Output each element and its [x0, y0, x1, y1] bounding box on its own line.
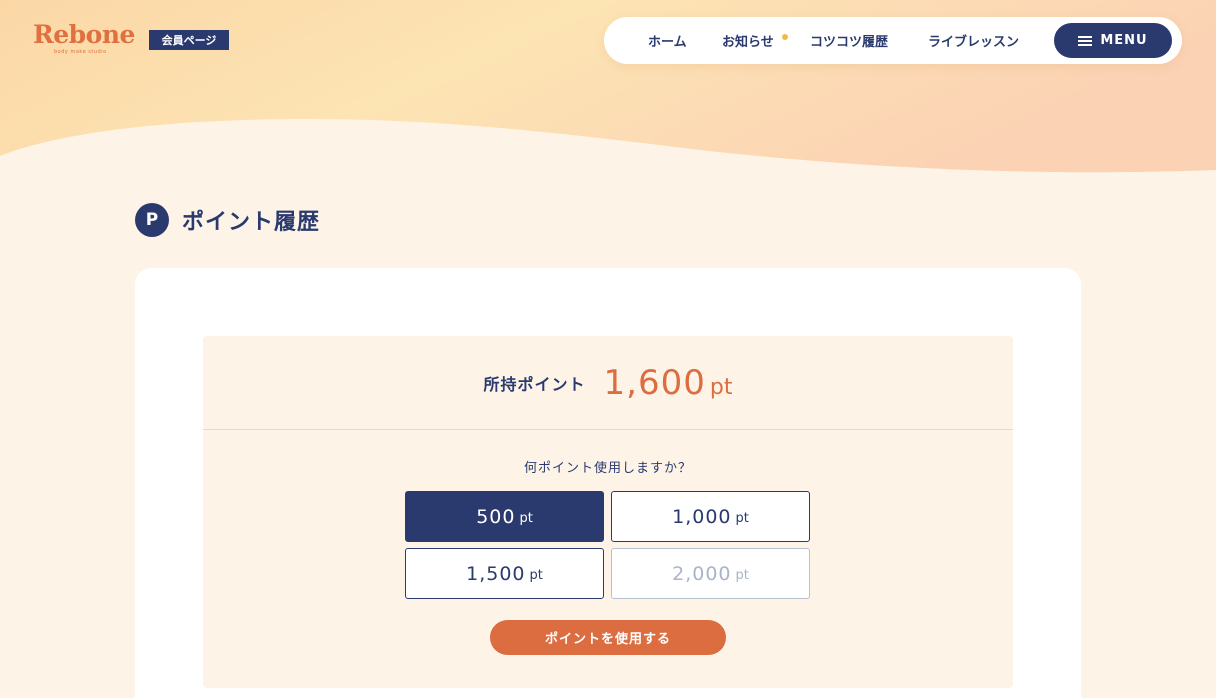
nav-item-live-lesson[interactable]: ライブレッスン: [928, 17, 1019, 64]
page-title: ポイント履歴: [182, 210, 321, 235]
notification-dot: [782, 34, 788, 40]
nav-item-home[interactable]: ホーム: [648, 17, 687, 64]
option-1000pt[interactable]: 1,000 pt: [611, 491, 810, 542]
menu-button[interactable]: MENU: [1054, 23, 1172, 58]
balance-summary: 所持ポイント 1,600 pt: [203, 336, 1013, 430]
option-1500pt[interactable]: 1,500 pt: [405, 548, 604, 599]
use-points-button[interactable]: ポイントを使用する: [490, 620, 726, 655]
brand-tagline: body make studio: [54, 49, 107, 55]
option-value: 2,000: [672, 562, 732, 585]
balance-value: 1,600: [603, 362, 706, 403]
option-unit: pt: [735, 511, 749, 526]
brand-logo[interactable]: Rebone: [33, 20, 135, 49]
redeem-panel: 所持ポイント 1,600 pt 何ポイント使用しますか？ 500 pt 1,000 p…: [203, 336, 1013, 688]
nav-item-history[interactable]: コツコツ履歴: [810, 17, 888, 64]
balance-amount: 1,600 pt: [604, 363, 733, 403]
nav-item-news[interactable]: お知らせ: [722, 17, 774, 64]
points-icon: P: [135, 203, 169, 237]
balance-label: 所持ポイント: [483, 374, 586, 394]
option-500pt[interactable]: 500 pt: [405, 491, 604, 542]
main-navigation: ホーム お知らせ コツコツ履歴 ライブレッスン MENU: [604, 17, 1182, 64]
option-unit: pt: [735, 568, 749, 583]
hamburger-icon: [1078, 35, 1093, 46]
option-value: 1,500: [466, 562, 526, 585]
option-unit: pt: [529, 568, 543, 583]
option-unit: pt: [519, 511, 533, 526]
member-page-badge: 会員ページ: [149, 30, 229, 50]
redeem-question: 何ポイント使用しますか？: [523, 461, 692, 476]
menu-label: MENU: [1100, 33, 1148, 48]
balance-unit: pt: [709, 374, 733, 400]
option-value: 1,000: [672, 505, 732, 528]
option-value: 500: [476, 505, 516, 528]
option-2000pt: 2,000 pt: [611, 548, 810, 599]
